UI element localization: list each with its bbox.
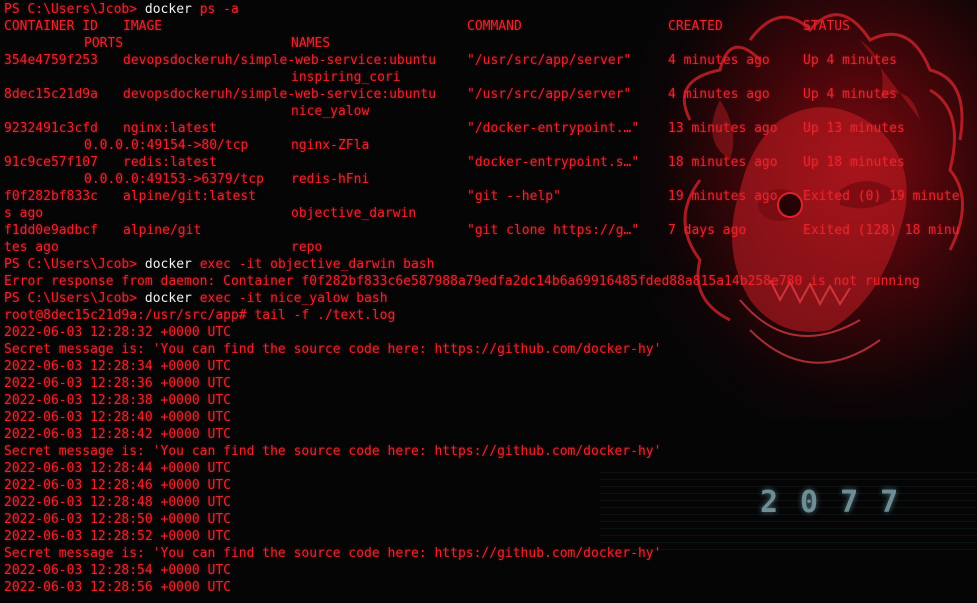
log-line: 2022-06-03 12:28:38 +0000 UTC <box>4 393 231 408</box>
header-ports: PORTS <box>84 36 124 51</box>
row-5-name: repo <box>291 240 323 255</box>
row-3-status: Up 18 minutes <box>803 155 905 170</box>
header-created: CREATED <box>668 19 723 34</box>
row-2-ports: 0.0.0.0:49154->80/tcp <box>84 138 249 153</box>
log-line: Secret message is: 'You can find the sou… <box>4 546 662 561</box>
log-line: 2022-06-03 12:28:56 +0000 UTC <box>4 580 231 595</box>
log-line: 2022-06-03 12:28:52 +0000 UTC <box>4 529 231 544</box>
row-0-name: inspiring_cori <box>291 70 401 85</box>
prompt-line-exec-2: PS C:\Users\Jcob> docker exec -it nice_y… <box>4 290 388 307</box>
prompt: PS C:\Users\Jcob> <box>4 257 138 272</box>
row-1-status: Up 4 minutes <box>803 87 897 102</box>
log-line: Secret message is: 'You can find the sou… <box>4 444 662 459</box>
log-line: 2022-06-03 12:28:48 +0000 UTC <box>4 495 231 510</box>
row-4-image: alpine/git:latest <box>123 189 257 204</box>
row-4-status: Exited (0) 19 minute <box>803 189 960 204</box>
row-4-status-wrap: s ago <box>4 206 44 221</box>
command-args: exec -it objective_darwin bash <box>199 257 435 272</box>
log-line: 2022-06-03 12:28:36 +0000 UTC <box>4 376 231 391</box>
prompt-line-exec-1: PS C:\Users\Jcob> docker exec -it object… <box>4 256 435 273</box>
row-5-image: alpine/git <box>123 223 202 238</box>
prompt: PS C:\Users\Jcob> <box>4 2 138 17</box>
command-args: ps -a <box>199 2 239 17</box>
command-name: docker <box>144 2 192 17</box>
row-5-created: 7 days ago <box>668 223 747 238</box>
row-2-image: nginx:latest <box>123 121 217 136</box>
container-shell-prompt: root@8dec15c21d9a:/usr/src/app# tail -f … <box>4 308 396 323</box>
header-command: COMMAND <box>467 19 522 34</box>
row-2-command: "/docker-entrypoint.…" <box>467 121 640 136</box>
header-status: STATUS <box>803 19 850 34</box>
log-line: Secret message is: 'You can find the sou… <box>4 342 662 357</box>
log-line: 2022-06-03 12:28:44 +0000 UTC <box>4 461 231 476</box>
row-4-name: objective_darwin <box>291 206 417 221</box>
command-name: docker <box>144 257 192 272</box>
row-2-status: Up 13 minutes <box>803 121 905 136</box>
row-1-name: nice_yalow <box>291 104 370 119</box>
row-0-image: devopsdockeruh/simple-web-service:ubuntu <box>123 53 437 68</box>
row-2-name: nginx-ZFla <box>291 138 370 153</box>
row-1-created: 4 minutes ago <box>668 87 770 102</box>
prompt: PS C:\Users\Jcob> <box>4 291 138 306</box>
row-1-command: "/usr/src/app/server" <box>467 87 632 102</box>
row-5-id: f1dd0e9adbcf <box>4 223 98 238</box>
header-image: IMAGE <box>123 19 163 34</box>
log-line: 2022-06-03 12:28:32 +0000 UTC <box>4 325 231 340</box>
header-names: NAMES <box>291 36 331 51</box>
header-container-id: CONTAINER ID <box>4 19 98 34</box>
row-3-id: 91c9ce57f107 <box>4 155 98 170</box>
prompt-line-ps: PS C:\Users\Jcob> docker ps -a <box>4 1 239 18</box>
row-5-status-wrap: tes ago <box>4 240 59 255</box>
row-0-command: "/usr/src/app/server" <box>467 53 632 68</box>
terminal-output[interactable]: PS C:\Users\Jcob> docker ps -a CONTAINER… <box>4 0 977 603</box>
row-3-created: 18 minutes ago <box>668 155 778 170</box>
row-3-ports: 0.0.0.0:49153->6379/tcp <box>84 172 265 187</box>
log-line: 2022-06-03 12:28:50 +0000 UTC <box>4 512 231 527</box>
log-line: 2022-06-03 12:28:34 +0000 UTC <box>4 359 231 374</box>
row-1-image: devopsdockeruh/simple-web-service:ubuntu <box>123 87 437 102</box>
log-line: 2022-06-03 12:28:42 +0000 UTC <box>4 427 231 442</box>
row-3-command: "docker-entrypoint.s…" <box>467 155 640 170</box>
row-0-created: 4 minutes ago <box>668 53 770 68</box>
row-0-status: Up 4 minutes <box>803 53 897 68</box>
row-0-id: 354e4759f253 <box>4 53 98 68</box>
row-5-command: "git clone https://g…" <box>467 223 640 238</box>
row-1-id: 8dec15c21d9a <box>4 87 98 102</box>
row-4-command: "git --help" <box>467 189 561 204</box>
row-5-status: Exited (128) 18 minu <box>803 223 960 238</box>
log-line: 2022-06-03 12:28:40 +0000 UTC <box>4 410 231 425</box>
row-4-id: f0f282bf833c <box>4 189 98 204</box>
command-args: exec -it nice_yalow bash <box>199 291 388 306</box>
row-2-id: 9232491c3cfd <box>4 121 98 136</box>
row-2-created: 13 minutes ago <box>668 121 778 136</box>
error-message: Error response from daemon: Container f0… <box>4 274 920 289</box>
command-name: docker <box>144 291 192 306</box>
row-3-image: redis:latest <box>123 155 217 170</box>
row-3-name: redis-hFni <box>291 172 370 187</box>
row-4-created: 19 minutes ago <box>668 189 778 204</box>
log-line: 2022-06-03 12:28:54 +0000 UTC <box>4 563 231 578</box>
log-line: 2022-06-03 12:28:46 +0000 UTC <box>4 478 231 493</box>
